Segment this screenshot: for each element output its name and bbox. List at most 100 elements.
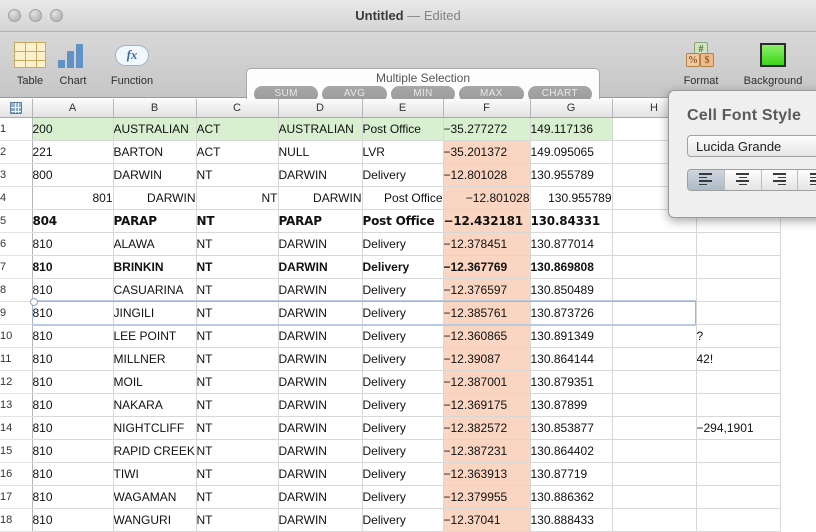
cell-G12[interactable]: 130.879351: [530, 370, 613, 394]
cell-F15[interactable]: −12.387231: [443, 439, 531, 463]
cell-I18[interactable]: [696, 508, 781, 532]
cell-B14[interactable]: NIGHTCLIFF: [113, 416, 197, 440]
cell-C8[interactable]: NT: [196, 278, 279, 302]
toolbar-button-function[interactable]: fx Function: [101, 38, 163, 87]
cell-F13[interactable]: −12.369175: [443, 393, 531, 417]
zoom-button[interactable]: [50, 9, 63, 22]
cell-D1[interactable]: AUSTRALIAN: [278, 117, 363, 141]
cell-A9[interactable]: 810: [32, 301, 114, 325]
cell-B8[interactable]: CASUARINA: [113, 278, 197, 302]
cell-E5[interactable]: Post Office: [362, 209, 444, 233]
cell-B15[interactable]: RAPID CREEK: [113, 439, 197, 463]
cell-F4[interactable]: −12.801028: [443, 186, 531, 210]
cell-E8[interactable]: Delivery: [362, 278, 444, 302]
cell-C3[interactable]: NT: [196, 163, 279, 187]
row-header-14[interactable]: 14: [0, 416, 33, 440]
cell-D15[interactable]: DARWIN: [278, 439, 363, 463]
toolbar-button-chart[interactable]: Chart: [45, 38, 101, 87]
cell-C4[interactable]: NT: [196, 186, 279, 210]
cell-G2[interactable]: 149.095065: [530, 140, 613, 164]
cell-A7[interactable]: 810: [32, 255, 114, 279]
cell-D17[interactable]: DARWIN: [278, 485, 363, 509]
cell-E11[interactable]: Delivery: [362, 347, 444, 371]
cell-C18[interactable]: NT: [196, 508, 279, 532]
cell-H14[interactable]: [612, 416, 697, 440]
select-all-corner[interactable]: [0, 99, 33, 118]
cell-E4[interactable]: Post Office: [362, 186, 444, 210]
minimize-button[interactable]: [29, 9, 42, 22]
column-header-a[interactable]: A: [32, 99, 114, 118]
cell-F7[interactable]: −12.367769: [443, 255, 531, 279]
close-button[interactable]: [8, 9, 21, 22]
table-row[interactable]: 11 810 MILLNER NT DARWIN Delivery −12.39087 130…: [0, 347, 781, 371]
align-left-button[interactable]: [688, 170, 725, 190]
cell-I8[interactable]: [696, 278, 781, 302]
cell-H11[interactable]: [612, 347, 697, 371]
cell-A3[interactable]: 800: [32, 163, 114, 187]
cell-E10[interactable]: Delivery: [362, 324, 444, 348]
cell-D5[interactable]: PARAP: [278, 209, 363, 233]
cell-D14[interactable]: DARWIN: [278, 416, 363, 440]
row-header-17[interactable]: 17: [0, 485, 33, 509]
cell-F10[interactable]: −12.360865: [443, 324, 531, 348]
cell-B16[interactable]: TIWI: [113, 462, 197, 486]
cell-C10[interactable]: NT: [196, 324, 279, 348]
cell-D3[interactable]: DARWIN: [278, 163, 363, 187]
cell-I11[interactable]: 42!: [696, 347, 781, 371]
cell-F3[interactable]: −12.801028: [443, 163, 531, 187]
cell-D2[interactable]: NULL: [278, 140, 363, 164]
cell-G16[interactable]: 130.87719: [530, 462, 613, 486]
cell-B1[interactable]: AUSTRALIAN: [113, 117, 197, 141]
cell-A5[interactable]: 804: [32, 209, 114, 233]
cell-I15[interactable]: [696, 439, 781, 463]
cell-E7[interactable]: Delivery: [362, 255, 444, 279]
column-header-f[interactable]: F: [443, 99, 531, 118]
cell-C12[interactable]: NT: [196, 370, 279, 394]
cell-G1[interactable]: 149.117136: [530, 117, 613, 141]
column-header-c[interactable]: C: [196, 99, 279, 118]
cell-B10[interactable]: LEE POINT: [113, 324, 197, 348]
cell-A16[interactable]: 810: [32, 462, 114, 486]
cell-A8[interactable]: 810: [32, 278, 114, 302]
table-row[interactable]: 13 810 NAKARA NT DARWIN Delivery −12.369175 130…: [0, 393, 781, 417]
cell-A12[interactable]: 810: [32, 370, 114, 394]
cell-H8[interactable]: [612, 278, 697, 302]
table-row[interactable]: 15 810 RAPID CREEK NT DARWIN Delivery −12.3872…: [0, 439, 781, 463]
row-header-7[interactable]: 7: [0, 255, 33, 279]
cell-H7[interactable]: [612, 255, 697, 279]
cell-A14[interactable]: 810: [32, 416, 114, 440]
cell-I16[interactable]: [696, 462, 781, 486]
row-header-3[interactable]: 3: [0, 163, 33, 187]
cell-A6[interactable]: 810: [32, 232, 114, 256]
cell-C13[interactable]: NT: [196, 393, 279, 417]
table-row[interactable]: 5 804 PARAP NT PARAP Post Office −12.432181 130…: [0, 209, 781, 233]
table-row[interactable]: 16 810 TIWI NT DARWIN Delivery −12.363913 130.8…: [0, 462, 781, 486]
cell-E6[interactable]: Delivery: [362, 232, 444, 256]
row-header-5[interactable]: 5: [0, 209, 33, 233]
cell-B17[interactable]: WAGAMAN: [113, 485, 197, 509]
cell-C14[interactable]: NT: [196, 416, 279, 440]
cell-I12[interactable]: [696, 370, 781, 394]
table-row[interactable]: 12 810 MOIL NT DARWIN Delivery −12.387001 130.8…: [0, 370, 781, 394]
table-row[interactable]: 4 801 DARWIN NT DARWIN Post Office −12.801028 1…: [0, 186, 781, 210]
cell-D8[interactable]: DARWIN: [278, 278, 363, 302]
table-row[interactable]: 1 200 AUSTRALIAN ACT AUSTRALIAN Post Office −3…: [0, 117, 781, 141]
row-header-6[interactable]: 6: [0, 232, 33, 256]
table-row[interactable]: 14 810 NIGHTCLIFF NT DARWIN Delivery −12.38257…: [0, 416, 781, 440]
cell-E13[interactable]: Delivery: [362, 393, 444, 417]
align-justify-button[interactable]: [798, 170, 816, 190]
cell-D10[interactable]: DARWIN: [278, 324, 363, 348]
cell-H18[interactable]: [612, 508, 697, 532]
cell-E12[interactable]: Delivery: [362, 370, 444, 394]
cell-H12[interactable]: [612, 370, 697, 394]
cell-A17[interactable]: 810: [32, 485, 114, 509]
cell-D13[interactable]: DARWIN: [278, 393, 363, 417]
toolbar-button-format[interactable]: #% $ Format: [673, 38, 729, 87]
cell-F11[interactable]: −12.39087: [443, 347, 531, 371]
row-header-11[interactable]: 11: [0, 347, 33, 371]
row-header-10[interactable]: 10: [0, 324, 33, 348]
cell-A15[interactable]: 810: [32, 439, 114, 463]
row-header-9[interactable]: 9: [0, 301, 33, 325]
cell-I6[interactable]: [696, 232, 781, 256]
cell-I17[interactable]: [696, 485, 781, 509]
